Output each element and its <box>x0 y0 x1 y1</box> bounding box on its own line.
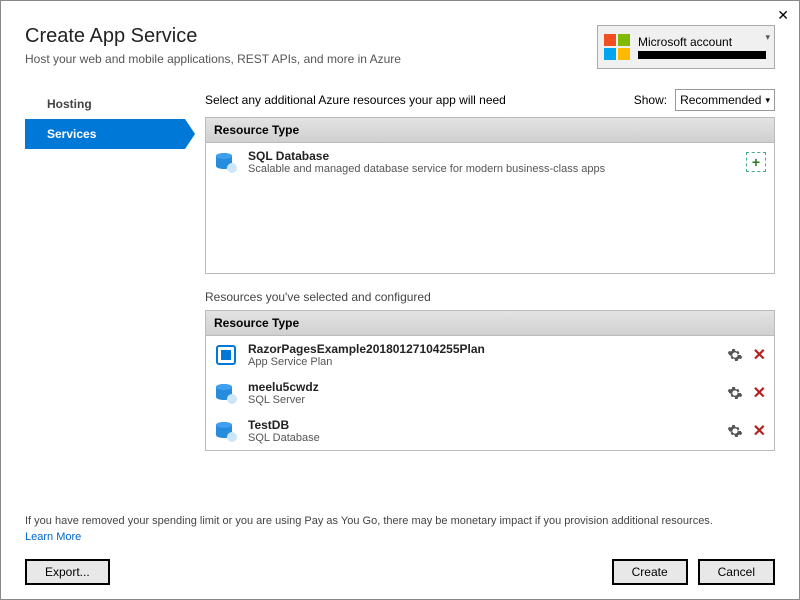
disclaimer-text: If you have removed your spending limit … <box>25 515 775 527</box>
sql-database-icon <box>214 419 238 443</box>
resource-desc: Scalable and managed database service fo… <box>248 163 746 175</box>
add-resource-button[interactable]: + <box>746 152 766 172</box>
resource-desc: SQL Server <box>248 394 727 406</box>
selected-resource-row: TestDB SQL Database ✕ <box>206 412 774 450</box>
remove-icon[interactable]: ✕ <box>753 421 766 441</box>
resource-title: SQL Database <box>248 149 746 163</box>
cancel-button[interactable]: Cancel <box>698 559 775 585</box>
nav-item-services[interactable]: Services <box>25 119 185 149</box>
available-resources-panel: Resource Type SQL Database Scalable and … <box>205 117 775 274</box>
remove-icon[interactable]: ✕ <box>753 345 766 365</box>
resource-title: TestDB <box>248 418 727 432</box>
gear-icon[interactable] <box>727 423 743 439</box>
sql-server-icon <box>214 381 238 405</box>
available-resource-row[interactable]: SQL Database Scalable and managed databa… <box>206 143 774 181</box>
nav-item-hosting[interactable]: Hosting <box>25 89 185 119</box>
account-email-redacted <box>638 51 766 59</box>
intro-text: Select any additional Azure resources yo… <box>205 93 506 107</box>
available-resources-header: Resource Type <box>206 118 774 143</box>
learn-more-link[interactable]: Learn More <box>25 531 81 543</box>
resource-title: RazorPagesExample20180127104255Plan <box>248 342 727 356</box>
sql-database-icon <box>214 150 238 174</box>
selected-resource-row: RazorPagesExample20180127104255Plan App … <box>206 336 774 374</box>
microsoft-logo-icon <box>604 34 630 60</box>
show-filter-dropdown[interactable]: Recommended ▾ <box>675 89 775 111</box>
gear-icon[interactable] <box>727 385 743 401</box>
remove-icon[interactable]: ✕ <box>753 383 766 403</box>
account-label: Microsoft account <box>638 35 766 49</box>
chevron-down-icon: ▾ <box>765 32 770 43</box>
show-filter-value: Recommended <box>680 93 761 107</box>
create-button[interactable]: Create <box>612 559 688 585</box>
export-button[interactable]: Export... <box>25 559 110 585</box>
show-label: Show: <box>634 93 667 107</box>
resource-title: meelu5cwdz <box>248 380 727 394</box>
resource-desc: App Service Plan <box>248 356 727 368</box>
selected-resource-row: meelu5cwdz SQL Server ✕ <box>206 374 774 412</box>
selected-section-label: Resources you've selected and configured <box>205 290 775 304</box>
page-subtitle: Host your web and mobile applications, R… <box>25 52 401 66</box>
selected-resources-panel: Resource Type RazorPagesExample201801271… <box>205 310 775 451</box>
page-title: Create App Service <box>25 25 401 48</box>
app-service-plan-icon <box>214 343 238 367</box>
close-icon[interactable]: ✕ <box>777 7 789 24</box>
account-dropdown[interactable]: Microsoft account ▾ <box>597 25 775 69</box>
chevron-down-icon: ▾ <box>765 95 770 106</box>
sidebar: Hosting Services <box>25 89 185 467</box>
selected-resources-header: Resource Type <box>206 311 774 336</box>
gear-icon[interactable] <box>727 347 743 363</box>
resource-desc: SQL Database <box>248 432 727 444</box>
